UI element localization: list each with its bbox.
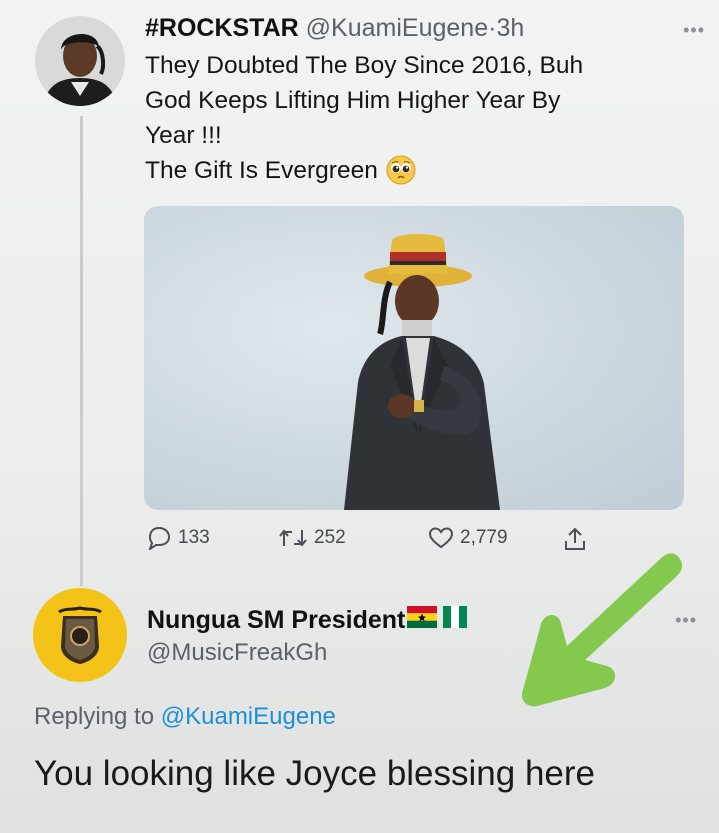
like-count: 2,779 — [460, 527, 508, 548]
thread-connector-line — [80, 116, 83, 586]
retweet-icon — [279, 529, 307, 547]
like-button[interactable]: 2,779 — [428, 526, 508, 550]
profile-photo — [35, 16, 125, 106]
reply-author-row: Nungua SM President — [147, 604, 707, 636]
tweet-header: #ROCKSTAR @KuamiEugene·3h — [145, 12, 705, 44]
author-handle[interactable]: @KuamiEugene — [306, 14, 488, 42]
avatar[interactable] — [35, 16, 125, 106]
tweet-line: They Doubted The Boy Since 2016, Buh — [145, 52, 584, 79]
retweet-button[interactable]: 252 — [278, 526, 346, 550]
reply-author-name[interactable]: Nungua SM President — [147, 604, 405, 636]
man-in-suit-photo — [344, 234, 500, 510]
tweet-line-with-emoji: The Gift Is Evergreen — [145, 153, 705, 188]
more-icon[interactable]: ••• — [675, 610, 697, 631]
author-name[interactable]: #ROCKSTAR — [145, 14, 299, 42]
tweet-time[interactable]: 3h — [496, 14, 524, 42]
crest-logo-icon — [33, 588, 127, 682]
reply-text: You looking like Joyce blessing here — [34, 754, 596, 793]
replying-to-mention-link[interactable]: @KuamiEugene — [161, 703, 336, 730]
pleading-face-emoji-icon — [386, 155, 416, 185]
tweet-line: The Gift Is Evergreen — [145, 157, 378, 184]
like-icon — [428, 527, 454, 549]
retweet-count: 252 — [314, 527, 346, 548]
reply-button[interactable]: 133 — [146, 526, 210, 550]
reply-tweet[interactable]: Nungua SM President @MusicFreakGh ••• — [147, 604, 707, 670]
tweet-line: God Keeps Lifting Him Higher Year By — [145, 87, 561, 114]
original-tweet[interactable]: #ROCKSTAR @KuamiEugene·3h ••• They Doubt… — [145, 12, 705, 188]
ghana-flag-icon — [407, 604, 438, 636]
avatar[interactable] — [33, 588, 127, 682]
reply-author-handle[interactable]: @MusicFreakGh — [147, 636, 707, 670]
reply-count: 133 — [178, 527, 210, 548]
tweet-text: They Doubted The Boy Since 2016, Buh God… — [145, 48, 705, 188]
reply-icon — [148, 526, 171, 550]
more-icon[interactable]: ••• — [683, 20, 705, 41]
replying-to-line: Replying to @KuamiEugene — [34, 703, 336, 731]
tweet-photo[interactable] — [144, 206, 684, 510]
nigeria-flag-icon — [443, 604, 468, 636]
tweet-line: Year !!! — [145, 122, 222, 149]
replying-prefix: Replying to — [34, 703, 155, 730]
